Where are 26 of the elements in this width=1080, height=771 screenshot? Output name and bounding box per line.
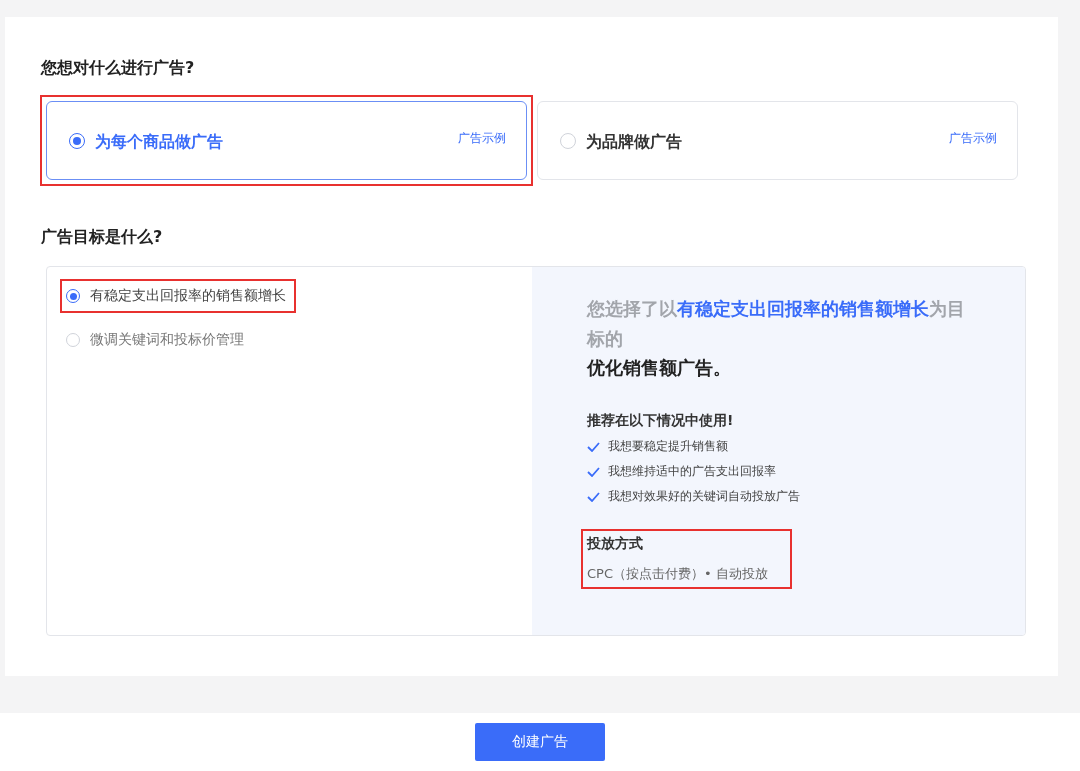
radio-icon[interactable] [66,289,80,303]
goal-option[interactable]: 有稳定支出回报率的销售额增长 [66,285,290,307]
check-icon [587,441,600,452]
option-card[interactable]: 为品牌做广告 广告示例 [537,101,1018,180]
check-icon [587,491,600,502]
recommend-heading: 推荐在以下情况中使用! [587,412,735,430]
check-icon [587,466,600,477]
section-heading: 您想对什么进行广告? [41,57,196,79]
delivery-heading: 投放方式 [587,535,644,553]
option-label: 有稳定支出回报率的销售额增长 [90,287,286,305]
create-ad-button[interactable]: 创建广告 [475,723,605,761]
example-link[interactable]: 广告示例 [949,130,997,147]
goal-option[interactable]: 微调关键词和投标价管理 [66,329,248,351]
section-heading: 广告目标是什么? [41,226,164,248]
option-label: 为品牌做广告 [586,132,683,153]
recommendation-text: 我想要稳定提升销售额 [608,438,728,455]
option-card[interactable]: 为每个商品做广告 广告示例 [46,101,527,180]
option-label: 为每个商品做广告 [95,132,224,153]
recommendation-text: 我想对效果好的关键词自动投放广告 [608,488,800,505]
radio-icon[interactable] [69,132,85,149]
example-link[interactable]: 广告示例 [458,130,506,147]
summary-title: 优化销售额广告。 [587,356,732,380]
delivery-value: CPC（按点击付费）• 自动投放 [587,565,768,583]
summary-intro: 您选择了以有稳定支出回报率的销售额增长为目标的 [587,297,966,351]
recommendation-text: 我想维持适中的广告支出回报率 [608,463,776,480]
option-label: 微调关键词和投标价管理 [90,331,244,349]
